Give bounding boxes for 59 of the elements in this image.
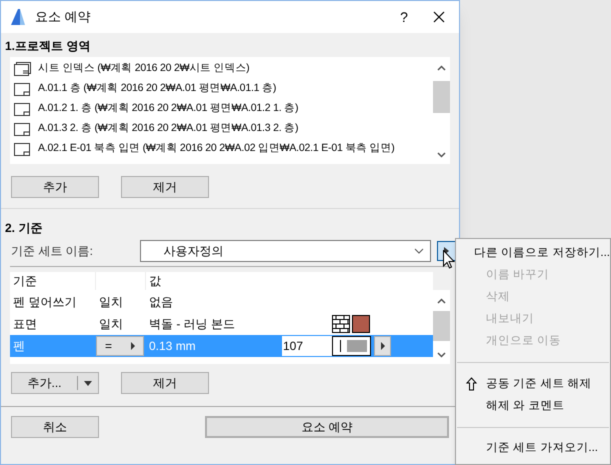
add-button-label: 추가... [26,375,62,392]
play-arrow-icon [131,342,135,350]
window-title: 요소 예약 [35,8,91,26]
help-button[interactable]: ? [389,6,419,28]
chevron-down-icon [414,248,424,254]
remove-button[interactable]: 제거 [121,372,209,394]
pen-number-field[interactable]: 107 [282,336,332,356]
list-item[interactable]: A.01.3 2. 층 (₩계획 2016 20 2₩A.01 평면₩A.01.3 2. 층) [38,121,298,137]
scroll-down-icon[interactable] [437,152,446,158]
menu-item[interactable]: 기준 세트 가져오기... [486,440,598,458]
table-cell-text: 없음 [148,294,173,311]
table-cell-text: 0.13 mm [148,338,197,355]
list-item[interactable]: A.01.2 1. 층 (₩계획 2016 20 2₩A.01 평면₩A.01.2 1. 층) [38,101,298,117]
cancel-button[interactable]: 취소 [11,416,99,438]
scroll-up-icon[interactable] [437,65,446,71]
confirm-button[interactable]: 요소 예약 [205,416,449,438]
table-cell-text: 일치 [98,294,124,311]
play-arrow-icon [380,342,384,350]
menu-item[interactable]: 다른 이름으로 저장하기... [474,245,610,263]
column-header: 값 [148,273,161,290]
mouse-pointer-icon [443,250,455,269]
scroll-up-icon[interactable] [437,298,446,304]
menu-item[interactable]: 공동 기준 세트 해제 [486,376,592,393]
sheet-icon [14,142,31,156]
up-arrow-icon [466,377,476,392]
brick-pattern-icon [332,315,350,333]
sheet-icon [14,82,31,96]
scrollbar[interactable] [433,290,450,364]
scroll-thumb[interactable] [433,311,450,341]
list-item[interactable]: A.02.1 E-01 북측 입면 (₩계획 2016 20 2₩A.02 입면₩A.02.1 E-01 북측 입면) [38,141,395,157]
scroll-down-icon[interactable] [437,352,446,358]
add-button[interactable]: 추가 [11,176,99,198]
table-cell-text: 표면 [12,316,38,333]
operator-dropdown[interactable]: = [96,336,144,356]
add-split-button[interactable]: 추가... [11,372,99,394]
list-item[interactable]: 시트 인덱스 (₩계획 2016 20 2₩시트 인덱스) [38,61,250,77]
remove-button[interactable]: 제거 [121,176,209,198]
scroll-thumb[interactable] [433,81,450,113]
table-cell-text: 펜 덮어쓰기 [12,294,78,311]
app-logo-icon [9,8,27,26]
pen-swatch[interactable] [332,336,371,356]
stacked-sheet-icon [14,62,31,76]
table-cell-text: 일치 [98,316,124,333]
color-swatch[interactable] [352,315,370,333]
selected-table-row[interactable]: 펜 = 0.13 mm 107 [10,335,433,357]
sheet-icon [14,102,31,116]
set-name-dropdown[interactable]: 사용자정의 [140,240,432,262]
sheet-icon [14,122,31,136]
table-cell-text: 벽돌 - 러닝 본드 [148,316,236,333]
pen-menu-button[interactable] [374,336,391,356]
field-label: 기준 세트 이름: [11,243,94,260]
section-heading: 2. 기준 [4,220,44,237]
close-icon [433,11,445,23]
section-heading: 1.프로젝트 영역 [4,38,92,55]
table-cell-text: 펜 [12,338,26,355]
dropdown-value: 사용자정의 [163,243,224,260]
menu-item[interactable]: 해제 와 코멘트 [486,398,564,415]
list-item[interactable]: A.01.1 층 (₩계획 2016 20 2₩A.01 평면₩A.01.1 층) [38,81,276,97]
caret-down-icon[interactable] [84,380,92,386]
